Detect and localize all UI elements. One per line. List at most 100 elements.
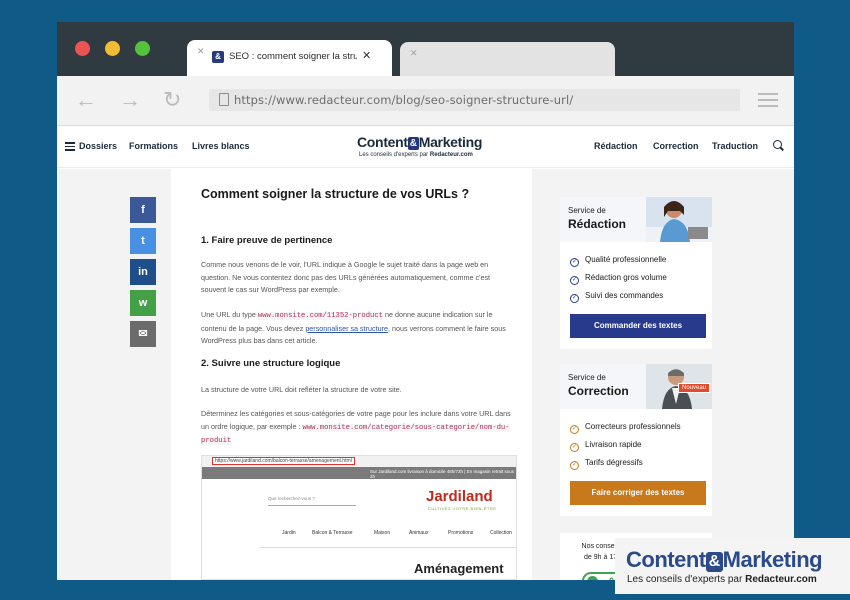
screenshot-menu-item: Animaux <box>409 530 429 536</box>
screenshot-banner-text: Sur Jardiland.com livraison à domicile 4… <box>370 469 514 479</box>
url-text: https://www.redacteur.com/blog/seo-soign… <box>234 93 574 107</box>
screenshot-tagline: CULTIVEZ VOTRE BIEN-ÊTRE <box>428 506 497 511</box>
screenshot-menu-item: Maison <box>374 530 391 536</box>
nav-livres-blancs[interactable]: Livres blancs <box>192 141 250 151</box>
logo-tagline-text: Les conseils d'experts par <box>359 152 430 158</box>
browser-menu-icon[interactable] <box>758 93 778 111</box>
tab-audio-icon: ✕ <box>197 46 205 56</box>
check-icon: ✓ <box>570 443 579 452</box>
embedded-screenshot: https://www.jardiland.com/balcon-terrass… <box>201 455 517 580</box>
brand-logo: Content & Marketing <box>626 547 823 573</box>
page-icon <box>219 93 229 106</box>
check-icon: ✓ <box>570 294 579 303</box>
card-correction: Service de Correction Nouveau ✓ Correcteu… <box>560 364 712 516</box>
feature-text: Suivi des commandes <box>585 291 664 300</box>
whatsapp-icon[interactable]: w <box>130 290 156 316</box>
card-correction-feature: ✓ Correcteurs professionnels <box>570 422 681 434</box>
paragraph-2: Une URL du type www.monsite.com/11352-pr… <box>201 309 517 348</box>
commander-textes-button[interactable]: Commander des textes <box>570 314 706 338</box>
brand-tagline-text: Les conseils d'experts par <box>627 574 746 585</box>
article: Comment soigner la structure de vos URLs… <box>171 169 532 580</box>
page-content: f t in w ✉ Comment soigner la structure de v… <box>57 169 794 580</box>
tab-title: SEO : comment soigner la structure <box>229 51 357 62</box>
card-redaction-header: Service de Rédaction <box>560 197 712 242</box>
phone-icon <box>587 576 598 580</box>
logo-tagline: Les conseils d'experts par Redacteur.com <box>359 152 473 158</box>
brand-word-content: Content <box>626 547 706 572</box>
logo-word-content: Content <box>357 134 408 150</box>
maximize-window-button[interactable] <box>135 41 150 56</box>
redaction-photo <box>646 197 712 242</box>
brand-tagline: Les conseils d'experts par Redacteur.com <box>627 574 817 585</box>
logo-tagline-brand: Redacteur.com <box>429 152 473 158</box>
tab-new[interactable]: ✕ <box>400 42 615 78</box>
browser-window: ✕ & SEO : comment soigner la structure ✕… <box>57 22 794 580</box>
brand-watermark: Content & Marketing Les conseils d'experts… <box>615 538 850 594</box>
brand-word-marketing: Marketing <box>722 547 823 572</box>
address-bar[interactable]: https://www.redacteur.com/blog/seo-soign… <box>209 89 740 111</box>
nav-correction[interactable]: Correction <box>653 141 699 151</box>
check-icon: ✓ <box>570 258 579 267</box>
card-redaction-feature: ✓ Qualité professionnelle <box>570 255 666 267</box>
card-redaction-kicker: Service de <box>568 206 606 215</box>
card-redaction-feature: ✓ Rédaction gros volume <box>570 273 667 285</box>
feature-text: Livraison rapide <box>585 440 642 449</box>
paragraph-4: Déterminez les catégories et sous-catégo… <box>201 408 517 448</box>
screenshot-search: Que recherchez-vous ? <box>268 496 356 506</box>
facebook-icon[interactable]: f <box>130 197 156 223</box>
nav-traduction[interactable]: Traduction <box>712 141 758 151</box>
brand-amp: & <box>705 552 723 572</box>
nav-dossiers[interactable]: Dossiers <box>79 141 117 151</box>
browser-toolbar: ← → ↻ https://www.redacteur.com/blog/seo… <box>57 76 794 126</box>
twitter-icon[interactable]: t <box>130 228 156 254</box>
forward-arrow-icon[interactable]: → <box>119 89 141 111</box>
tab-close-icon[interactable]: ✕ <box>410 48 418 59</box>
hamburger-icon[interactable] <box>65 142 75 153</box>
card-correction-header: Service de Correction Nouveau <box>560 364 712 409</box>
screenshot-menu-item: Balcon & Terrasse <box>312 530 353 536</box>
screenshot-url: https://www.jardiland.com/balcon-terrass… <box>212 457 355 465</box>
screenshot-url-bar: https://www.jardiland.com/balcon-terrass… <box>202 456 516 467</box>
reload-icon[interactable]: ↻ <box>163 89 181 111</box>
feature-text: Tarifs dégressifs <box>585 458 643 467</box>
screenshot-menu-item: Collection <box>490 530 512 536</box>
paragraph-2-text-a: Une URL du type <box>201 310 258 319</box>
screenshot-divider <box>259 547 516 548</box>
nouveau-badge: Nouveau <box>678 383 711 393</box>
screenshot-banner: Sur Jardiland.com livraison à domicile 4… <box>202 467 516 479</box>
screenshot-menu-item: Promotions <box>448 530 474 536</box>
email-icon[interactable]: ✉ <box>130 321 156 347</box>
back-arrow-icon[interactable]: ← <box>75 89 97 111</box>
tab-active[interactable]: ✕ & SEO : comment soigner la structure ✕ <box>187 40 392 76</box>
nav-redaction[interactable]: Rédaction <box>594 141 638 151</box>
section-heading-2: 2. Suivre une structure logique <box>201 358 341 369</box>
card-correction-feature: ✓ Tarifs dégressifs <box>570 458 643 470</box>
title-bar: ✕ & SEO : comment soigner la structure ✕… <box>57 22 794 78</box>
feature-text: Qualité professionnelle <box>585 255 667 264</box>
section-heading-1: 1. Faire preuve de pertinence <box>201 235 333 246</box>
minimize-window-button[interactable] <box>105 41 120 56</box>
site-logo[interactable]: Content & Marketing <box>357 134 482 150</box>
screenshot-logo: Jardiland <box>426 488 493 505</box>
nav-formations[interactable]: Formations <box>129 141 178 151</box>
card-redaction: Service de Rédaction ✓ Qualité profession… <box>560 197 712 349</box>
screenshot-heading: Aménagement <box>414 561 504 576</box>
code-example-1: www.monsite.com/11352-product <box>257 312 383 320</box>
logo-amp: & <box>407 137 419 150</box>
feature-text: Rédaction gros volume <box>585 273 667 282</box>
card-correction-title: Correction <box>568 384 629 398</box>
card-redaction-feature: ✓ Suivi des commandes <box>570 291 663 303</box>
tab-close-icon[interactable]: ✕ <box>362 49 371 62</box>
search-icon[interactable] <box>773 140 782 149</box>
link-personnaliser[interactable]: personnaliser sa structure <box>305 324 388 333</box>
paragraph-3: La structure de votre URL doit refléter … <box>201 385 402 394</box>
linkedin-icon[interactable]: in <box>130 259 156 285</box>
close-window-button[interactable] <box>75 41 90 56</box>
card-correction-feature: ✓ Livraison rapide <box>570 440 641 452</box>
card-redaction-title: Rédaction <box>568 217 627 231</box>
faire-corriger-button[interactable]: Faire corriger des textes <box>570 481 706 505</box>
brand-tagline-name: Redacteur.com <box>745 574 817 585</box>
site-navigation: Dossiers Formations Livres blancs Conten… <box>57 126 794 168</box>
screenshot-menu-item: Jardin <box>282 530 296 536</box>
check-icon: ✓ <box>570 425 579 434</box>
